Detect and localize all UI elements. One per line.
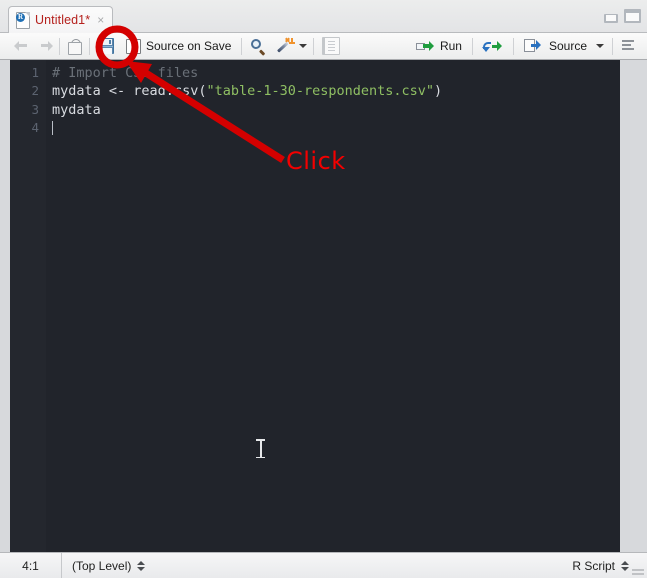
editor-toolbar: Source on Save Run Source (0, 33, 647, 60)
cursor-position: 4:1 (0, 553, 62, 578)
code-line[interactable]: 3 mydata (10, 101, 620, 119)
line-number: 3 (31, 101, 39, 117)
run-button[interactable]: Run (415, 35, 462, 57)
click-annotation-label: Click (286, 147, 346, 175)
code-token-plain: mydata (52, 83, 109, 100)
code-line[interactable]: 1 # Import CSV files (10, 64, 620, 82)
forward-button[interactable] (37, 35, 53, 57)
code-token-comment: # Import CSV files (52, 65, 199, 81)
code-token-paren: ) (434, 83, 443, 100)
resize-grip-icon[interactable] (632, 565, 644, 575)
compile-report-icon (322, 37, 341, 55)
toolbar-divider (313, 37, 315, 55)
editor-status-bar: 4:1 (Top Level) R Script (0, 552, 647, 578)
document-outline-button[interactable] (621, 35, 637, 57)
editor-tab-untitled1[interactable]: R Untitled1* × (8, 6, 114, 33)
back-button[interactable] (14, 35, 30, 57)
toolbar-divider (89, 37, 90, 55)
code-token-plain: mydata (52, 101, 101, 118)
source-label: Source (548, 39, 587, 53)
forward-arrow-icon (37, 39, 53, 53)
code-token-str: "table-1-30-respondents.csv" (206, 83, 435, 100)
code-content[interactable]: 1 # Import CSV files 2 mydata <- read.csv("… (10, 64, 620, 138)
editor-tab-title: Untitled1* (35, 13, 91, 27)
chevron-down-icon (299, 44, 308, 48)
text-caret (52, 121, 53, 136)
toolbar-divider (59, 37, 60, 55)
code-line-text: mydata (46, 101, 101, 119)
line-number: 1 (31, 65, 39, 80)
code-token-op: <- (108, 83, 126, 100)
source-on-save-label: Source on Save (146, 39, 232, 53)
show-in-new-window-icon (66, 38, 83, 55)
back-arrow-icon (14, 39, 30, 53)
compile-report-button (322, 35, 341, 57)
rerun-previous-button[interactable] (481, 35, 503, 57)
toolbar-divider (512, 37, 514, 55)
code-token-plain: read.csv( (125, 83, 207, 100)
chevron-down-icon[interactable] (596, 44, 604, 48)
pane-window-controls (604, 9, 641, 23)
editor-area: 1 # Import CSV files 2 mydata <- read.csv("… (0, 60, 647, 552)
r-script-file-icon: R (16, 12, 30, 29)
up-down-stepper-icon (621, 560, 629, 571)
source-on-save-checkbox[interactable]: Source on Save (126, 35, 231, 57)
toolbar-divider (471, 37, 473, 55)
save-button[interactable] (98, 35, 114, 57)
file-type-label: R Script (572, 558, 615, 573)
rerun-previous-icon (481, 40, 503, 53)
up-down-stepper-icon (137, 560, 146, 571)
text-ibeam-cursor (256, 438, 265, 459)
code-tools-button[interactable] (277, 35, 308, 57)
line-number: 2 (31, 83, 39, 99)
toolbar-divider (612, 37, 613, 55)
find-replace-button[interactable] (250, 35, 267, 57)
line-number: 4 (31, 120, 39, 136)
save-icon (98, 38, 114, 54)
code-editor[interactable]: 1 # Import CSV files 2 mydata <- read.csv("… (10, 60, 620, 552)
document-outline-icon (621, 39, 637, 53)
code-line-text: mydata <- read.csv("table-1-30-responden… (46, 82, 442, 100)
source-icon (523, 39, 543, 53)
code-line-text (46, 119, 53, 137)
minimize-panel-icon[interactable] (604, 14, 618, 23)
scope-label: (Top Level) (72, 558, 132, 573)
toolbar-divider (241, 37, 243, 55)
maximize-panel-icon[interactable] (624, 9, 641, 23)
find-replace-icon (250, 38, 267, 56)
run-icon (415, 40, 434, 53)
source-button[interactable]: Source (523, 35, 604, 57)
editor-tab-bar: R Untitled1* × (0, 0, 647, 33)
rstudio-source-pane: R Untitled1* × Source on Save Run Source… (0, 0, 647, 578)
scope-selector[interactable]: (Top Level) (62, 553, 155, 578)
code-line-text: # Import CSV files (46, 64, 198, 82)
run-label: Run (439, 39, 462, 53)
show-in-new-window-button[interactable] (66, 35, 83, 57)
checkbox-icon (126, 38, 141, 54)
code-line[interactable]: 4 (10, 119, 620, 137)
close-icon[interactable]: × (95, 14, 104, 26)
code-tools-magic-wand-icon (277, 37, 296, 55)
code-line[interactable]: 2 mydata <- read.csv("table-1-30-responde… (10, 82, 620, 100)
